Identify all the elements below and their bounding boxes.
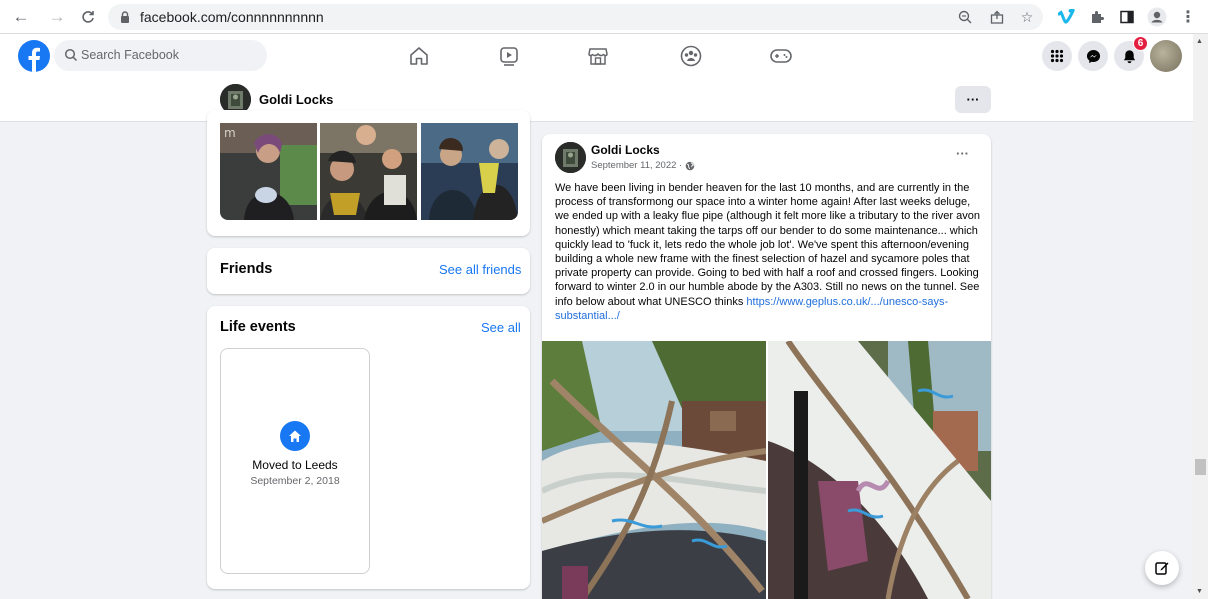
search-facebook-input[interactable]: Search Facebook bbox=[54, 40, 267, 71]
side-panel-icon[interactable] bbox=[1116, 6, 1138, 28]
life-events-title: Life events bbox=[220, 319, 296, 335]
post-author-name[interactable]: Goldi Locks bbox=[591, 143, 660, 157]
post-timestamp[interactable]: September 11, 2022 · bbox=[591, 160, 695, 171]
vimeo-extension-icon[interactable] bbox=[1056, 6, 1078, 28]
friend-photo-1[interactable]: m bbox=[220, 123, 317, 220]
friends-title: Friends bbox=[220, 261, 273, 277]
svg-text:m: m bbox=[224, 126, 236, 140]
search-icon bbox=[64, 48, 78, 62]
groups-nav-icon[interactable] bbox=[679, 44, 703, 68]
kebab-menu-icon[interactable]: ⋮ bbox=[1177, 6, 1199, 28]
url-text[interactable]: facebook.com/connnnnnnnnn bbox=[140, 9, 324, 25]
notification-badge: 6 bbox=[1133, 36, 1148, 51]
menu-grid-button[interactable] bbox=[1042, 41, 1072, 71]
bell-icon bbox=[1123, 49, 1135, 63]
facebook-logo-icon[interactable] bbox=[18, 40, 50, 72]
reload-icon[interactable] bbox=[77, 6, 99, 28]
facebook-header: Search Facebook bbox=[0, 34, 1193, 78]
browser-toolbar: ← → facebook.com/connnnnnnnnn ☆ ⋮ bbox=[0, 0, 1208, 34]
profile-icon[interactable] bbox=[1146, 6, 1168, 28]
compose-icon bbox=[1155, 562, 1169, 575]
search-placeholder: Search Facebook bbox=[81, 48, 179, 62]
bookmark-star-icon[interactable]: ☆ bbox=[1018, 8, 1036, 26]
life-event-title[interactable]: Moved to Leeds bbox=[220, 458, 370, 472]
scroll-thumb[interactable] bbox=[1195, 459, 1206, 475]
profile-name[interactable]: Goldi Locks bbox=[259, 92, 333, 107]
account-avatar[interactable] bbox=[1150, 40, 1182, 72]
post-author-avatar[interactable] bbox=[555, 142, 586, 173]
post-card: Goldi Locks September 11, 2022 · ··· We … bbox=[542, 134, 991, 599]
home-event-icon bbox=[280, 421, 310, 451]
forward-arrow-icon[interactable]: → bbox=[46, 6, 68, 28]
menu-grid-icon bbox=[1050, 49, 1064, 63]
post-body-text: We have been living in bender heaven for… bbox=[555, 182, 980, 308]
zoom-icon[interactable] bbox=[956, 8, 974, 26]
home-nav-icon[interactable] bbox=[407, 44, 431, 68]
page-scrollbar[interactable] bbox=[1193, 34, 1208, 599]
address-bar[interactable]: facebook.com/connnnnnnnnn ☆ bbox=[108, 4, 1043, 30]
new-message-button[interactable] bbox=[1145, 551, 1179, 585]
extensions-puzzle-icon[interactable] bbox=[1086, 6, 1108, 28]
watch-video-nav-icon[interactable] bbox=[497, 44, 521, 68]
post-options-button[interactable]: ··· bbox=[956, 146, 969, 161]
lock-icon[interactable] bbox=[120, 11, 130, 23]
messenger-button[interactable] bbox=[1078, 41, 1108, 71]
profile-sticky-bar: Goldi Locks ··· bbox=[0, 78, 1193, 122]
share-icon[interactable] bbox=[988, 8, 1006, 26]
life-event-date: September 2, 2018 bbox=[250, 475, 340, 487]
public-globe-icon[interactable] bbox=[685, 161, 695, 171]
post-body: We have been living in bender heaven for… bbox=[555, 181, 983, 323]
back-arrow-icon[interactable]: ← bbox=[10, 6, 32, 28]
post-date-text[interactable]: September 11, 2022 · bbox=[591, 160, 682, 171]
see-all-life-events-link[interactable]: See all bbox=[481, 320, 521, 335]
scroll-down-arrow-icon[interactable]: ▼ bbox=[1196, 588, 1203, 595]
post-photo-1[interactable] bbox=[542, 341, 766, 599]
scroll-up-arrow-icon[interactable]: ▲ bbox=[1196, 38, 1203, 45]
gaming-nav-icon[interactable] bbox=[769, 44, 793, 68]
profile-more-button[interactable]: ··· bbox=[955, 86, 991, 113]
friend-photo-3[interactable] bbox=[421, 123, 518, 220]
post-photo-2[interactable] bbox=[768, 341, 991, 599]
messenger-icon bbox=[1086, 49, 1100, 63]
marketplace-nav-icon[interactable] bbox=[586, 44, 610, 68]
see-all-friends-link[interactable]: See all friends bbox=[439, 262, 521, 277]
friend-photo-2[interactable] bbox=[320, 123, 417, 220]
